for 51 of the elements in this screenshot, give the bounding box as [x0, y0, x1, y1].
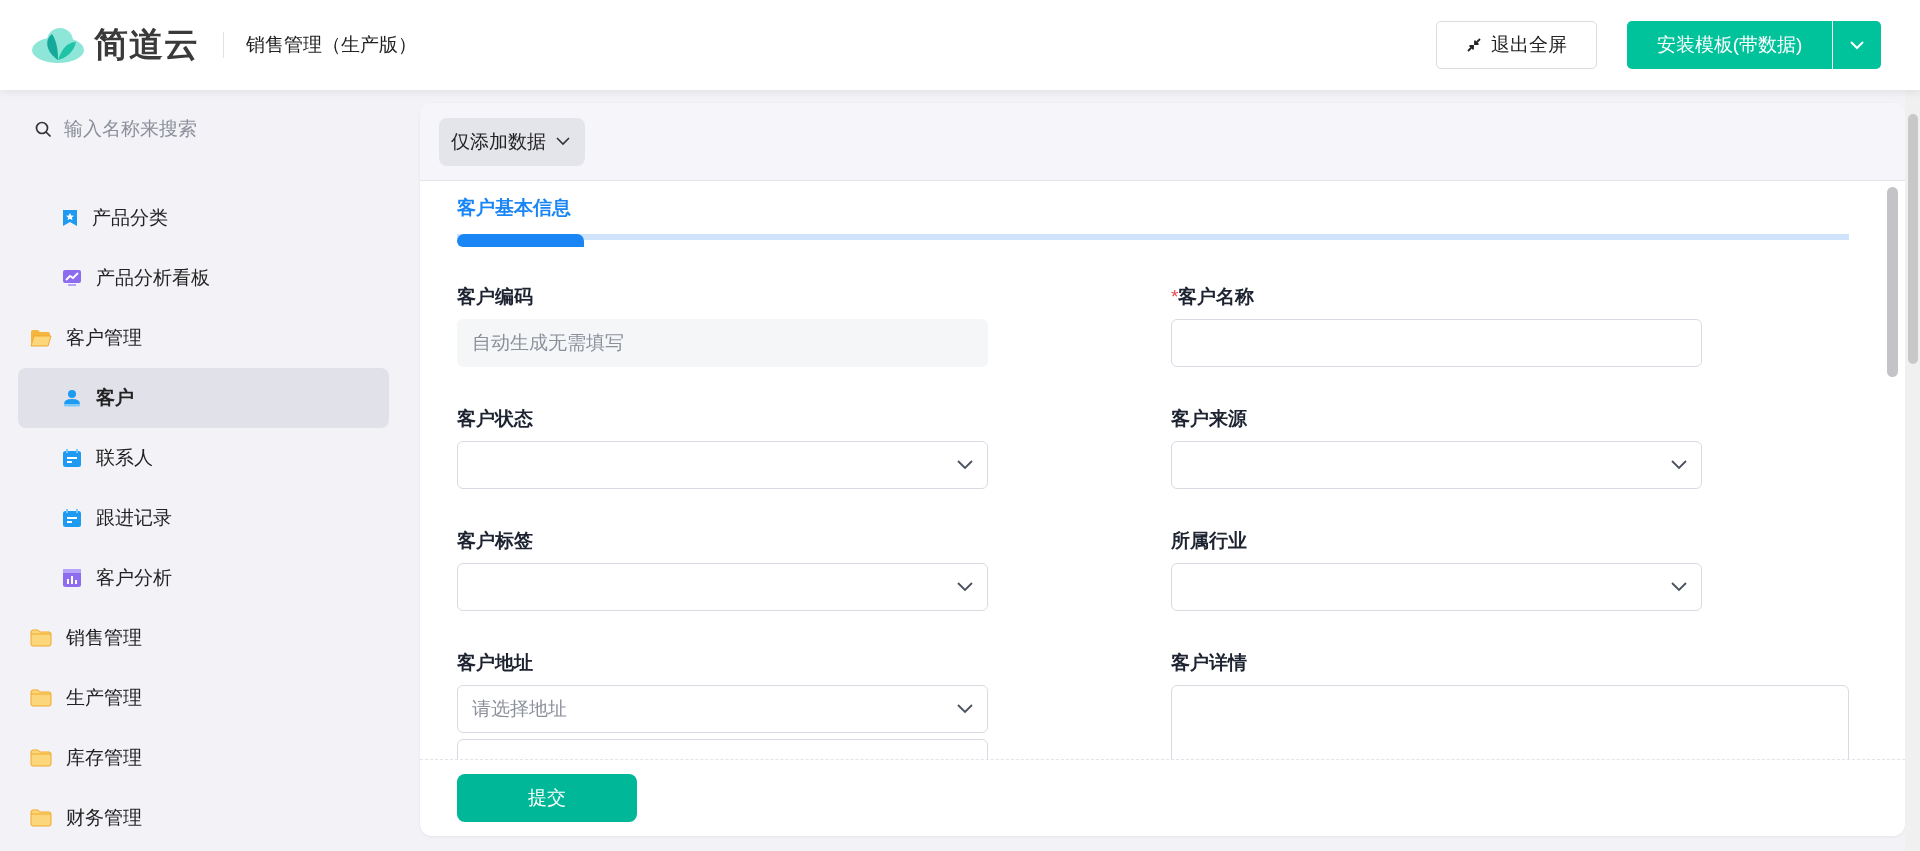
section-tab[interactable]: 客户基本信息	[457, 195, 571, 223]
app-title: 销售管理（生产版）	[246, 33, 417, 57]
scrollbar-thumb[interactable]	[1887, 187, 1898, 377]
chevron-down-icon	[556, 137, 570, 146]
chevron-down-icon	[1671, 460, 1687, 470]
sidebar-item[interactable]: 客户分析	[18, 548, 389, 608]
chart-monitor-icon	[62, 269, 82, 287]
chevron-down-icon	[957, 582, 973, 592]
bookmark-star-icon	[62, 209, 78, 227]
person-icon	[62, 389, 82, 407]
readonly-field[interactable]: 自动生成无需填写	[457, 319, 988, 367]
field-label: 客户详情	[1171, 652, 1247, 673]
select-field[interactable]	[457, 441, 988, 489]
sidebar-item[interactable]: 客户	[18, 368, 389, 428]
field-label: 客户状态	[457, 408, 533, 429]
search-icon	[35, 120, 52, 138]
field-label: 客户名称	[1178, 286, 1255, 307]
search-field[interactable]: 输入名称来搜索	[62, 117, 356, 141]
field-label: 客户来源	[1171, 408, 1247, 429]
field-label: 所属行业	[1171, 530, 1247, 551]
form-icon	[62, 448, 82, 468]
scrollbar-thumb[interactable]	[1907, 114, 1918, 364]
chevron-down-icon	[957, 460, 973, 470]
exit-fullscreen-button[interactable]: 退出全屏	[1436, 21, 1597, 69]
select-field[interactable]	[1171, 563, 1702, 611]
sidebar-item[interactable]: 产品分析看板	[18, 248, 389, 308]
collapse-arrows-icon	[1466, 38, 1481, 52]
brand-name: 简道云	[94, 24, 199, 65]
required-mark: *	[1171, 286, 1179, 307]
field-label: 客户地址	[457, 652, 533, 673]
folder-item[interactable]: 财务管理	[18, 788, 389, 848]
chevron-down-icon	[957, 704, 973, 714]
field-label: 客户编码	[457, 286, 533, 307]
mode-dropdown[interactable]: 仅添加数据	[439, 117, 585, 166]
sidebar-item[interactable]: 跟进记录	[18, 488, 389, 548]
select-field[interactable]	[1171, 441, 1702, 489]
folder-item[interactable]: 库存管理	[18, 728, 389, 788]
folder-item[interactable]: 生产管理	[18, 668, 389, 728]
select-field[interactable]	[457, 563, 988, 611]
chevron-down-icon	[1671, 582, 1687, 592]
folder-item[interactable]: 销售管理	[18, 608, 389, 668]
field-label: 客户标签	[457, 530, 533, 551]
form-icon	[62, 508, 82, 528]
bar-chart-icon	[62, 568, 82, 588]
sidebar-item[interactable]: 产品分类	[18, 188, 389, 248]
install-options-button[interactable]	[1833, 21, 1881, 69]
cloud-logo-icon	[30, 26, 86, 64]
sidebar-item[interactable]: 联系人	[18, 428, 389, 488]
folder-item[interactable]: 客户管理	[18, 308, 389, 368]
input-field[interactable]	[1171, 319, 1702, 367]
chevron-down-icon	[1850, 40, 1864, 50]
